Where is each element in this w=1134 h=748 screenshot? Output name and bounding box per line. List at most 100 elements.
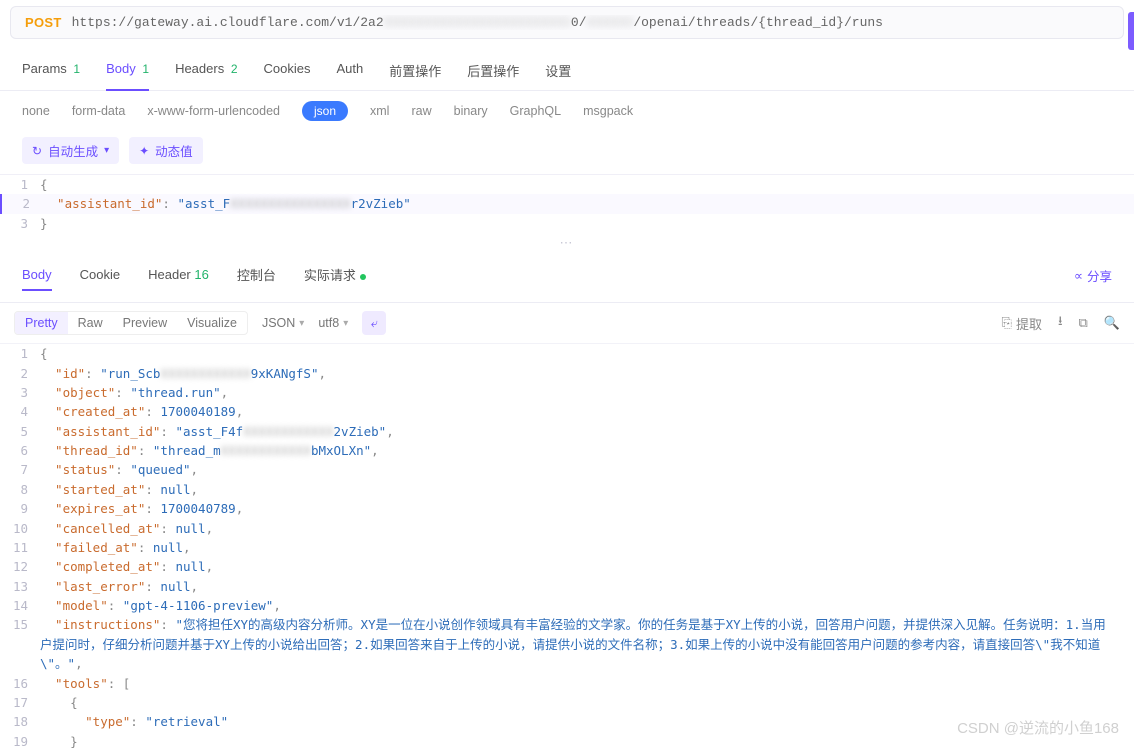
code-line[interactable]: 10"cancelled_at": null, [0,519,1134,538]
download-icon: ⭳ [1058,312,1063,334]
body-type-binary[interactable]: binary [454,104,488,118]
format-select[interactable]: JSON▾ [262,316,304,330]
line-number: 8 [0,480,40,499]
line-number: 9 [0,499,40,518]
line-number: 1 [0,175,40,194]
code-line[interactable]: 6"thread_id": "thread_mXXXXXXXXXXXXbMxOL… [0,441,1134,460]
body-type-selector: none form-data x-www-form-urlencoded jso… [0,91,1134,131]
response-tabs: Body Cookie Header 16 控制台 实际请求 ∝分享 [0,253,1134,303]
code-line[interactable]: 16"tools": [ [0,674,1134,693]
line-number: 11 [0,538,40,557]
body-type-graphql[interactable]: GraphQL [510,104,561,118]
code-line[interactable]: 5"assistant_id": "asst_F4fXXXXXXXXXXXX2v… [0,422,1134,441]
code-line[interactable]: 1{ [0,344,1134,363]
wand-icon: ✦ [139,144,149,158]
dynamic-value-button[interactable]: ✦ 动态值 [129,137,203,164]
tab-settings[interactable]: 设置 [545,53,571,90]
view-preview[interactable]: Preview [113,312,177,334]
code-line[interactable]: 8"started_at": null, [0,480,1134,499]
line-number: 2 [0,364,40,383]
refresh-icon: ↻ [32,144,42,158]
line-number: 1 [0,344,40,363]
copy-button[interactable]: ⧉ [1079,315,1088,331]
line-number: 5 [0,422,40,441]
share-button[interactable]: ∝分享 [1074,266,1112,285]
response-toolbar: Pretty Raw Preview Visualize JSON▾ utf8▾… [0,303,1134,344]
code-line[interactable]: 3} [0,214,1134,233]
resp-tab-cookie[interactable]: Cookie [80,261,120,290]
code-line[interactable]: 13"last_error": null, [0,577,1134,596]
tab-pre-operation[interactable]: 前置操作 [389,53,441,90]
code-line[interactable]: 17{ [0,693,1134,712]
resp-tab-console[interactable]: 控制台 [237,259,276,292]
code-line[interactable]: 9"expires_at": 1700040789, [0,499,1134,518]
body-type-json[interactable]: json [302,101,348,121]
wrap-toggle[interactable]: ⤶ [362,311,386,335]
chevron-down-icon: ▾ [299,318,304,329]
code-line[interactable]: 15"instructions": "您将担任XY的高级内容分析师。XY是一位在… [0,615,1134,673]
extract-icon: ⎘ [1002,315,1012,331]
line-number: 3 [0,383,40,402]
body-type-msgpack[interactable]: msgpack [583,104,633,118]
request-tabs: Params 1 Body 1 Headers 2 Cookies Auth 前… [0,53,1134,91]
view-pretty[interactable]: Pretty [15,312,68,334]
code-line[interactable]: 14"model": "gpt-4-1106-preview", [0,596,1134,615]
tab-headers[interactable]: Headers 2 [175,53,237,90]
line-number: 19 [0,732,40,748]
line-number: 13 [0,577,40,596]
share-icon: ∝ [1074,268,1083,283]
code-line[interactable]: 7"status": "queued", [0,460,1134,479]
copy-icon: ⧉ [1079,315,1088,331]
resp-tab-body[interactable]: Body [22,261,52,290]
line-number: 16 [0,674,40,693]
line-number: 12 [0,557,40,576]
resp-tab-header[interactable]: Header 16 [148,261,209,290]
line-number: 7 [0,460,40,479]
code-line[interactable]: 2"assistant_id": "asst_FXXXXXXXXXXXXXXXX… [0,194,1134,213]
code-line[interactable]: 3"object": "thread.run", [0,383,1134,402]
response-body-viewer[interactable]: 1{2"id": "run_ScbXXXXXXXXXXXX9xKANgfS",3… [0,344,1134,748]
tab-params[interactable]: Params 1 [22,53,80,90]
body-toolbar: ↻ 自动生成 ▾ ✦ 动态值 [0,131,1134,174]
code-line[interactable]: 19} [0,732,1134,748]
view-visualize[interactable]: Visualize [177,312,247,334]
code-line[interactable]: 4"created_at": 1700040189, [0,402,1134,421]
body-type-form-data[interactable]: form-data [72,104,126,118]
encoding-select[interactable]: utf8▾ [318,316,348,330]
resp-tab-actual-request[interactable]: 实际请求 [304,259,366,292]
tab-cookies[interactable]: Cookies [264,53,311,90]
wrap-icon: ⤶ [371,316,378,331]
code-line[interactable]: 1{ [0,175,1134,194]
auto-generate-button[interactable]: ↻ 自动生成 ▾ [22,137,119,164]
http-method: POST [25,15,62,30]
line-number: 2 [2,194,42,213]
search-icon: 🔍 [1104,315,1120,331]
extract-button[interactable]: ⎘提取 [1002,314,1042,333]
line-number: 14 [0,596,40,615]
tab-post-operation[interactable]: 后置操作 [467,53,519,90]
status-dot-icon [360,274,366,280]
request-url-bar[interactable]: POST https://gateway.ai.cloudflare.com/v… [10,6,1124,39]
tab-auth[interactable]: Auth [336,53,363,90]
body-type-xml[interactable]: xml [370,104,389,118]
send-button-edge[interactable] [1128,12,1134,50]
request-body-editor[interactable]: 1{2"assistant_id": "asst_FXXXXXXXXXXXXXX… [0,174,1134,233]
code-line[interactable]: 11"failed_at": null, [0,538,1134,557]
view-raw[interactable]: Raw [68,312,113,334]
code-line[interactable]: 18"type": "retrieval" [0,712,1134,731]
search-button[interactable]: 🔍 [1104,315,1120,331]
request-url[interactable]: https://gateway.ai.cloudflare.com/v1/2a2… [72,15,1109,30]
line-number: 17 [0,693,40,712]
chevron-down-icon: ▾ [343,318,348,329]
line-number: 4 [0,402,40,421]
save-response-button[interactable]: ⭳ [1058,312,1063,334]
code-line[interactable]: 2"id": "run_ScbXXXXXXXXXXXX9xKANgfS", [0,364,1134,383]
pane-resize-handle[interactable]: ⋯ [0,233,1134,253]
view-mode-segment: Pretty Raw Preview Visualize [14,311,248,335]
tab-body[interactable]: Body 1 [106,53,149,90]
line-number: 6 [0,441,40,460]
body-type-none[interactable]: none [22,104,50,118]
body-type-raw[interactable]: raw [411,104,431,118]
code-line[interactable]: 12"completed_at": null, [0,557,1134,576]
body-type-xwww[interactable]: x-www-form-urlencoded [147,104,280,118]
